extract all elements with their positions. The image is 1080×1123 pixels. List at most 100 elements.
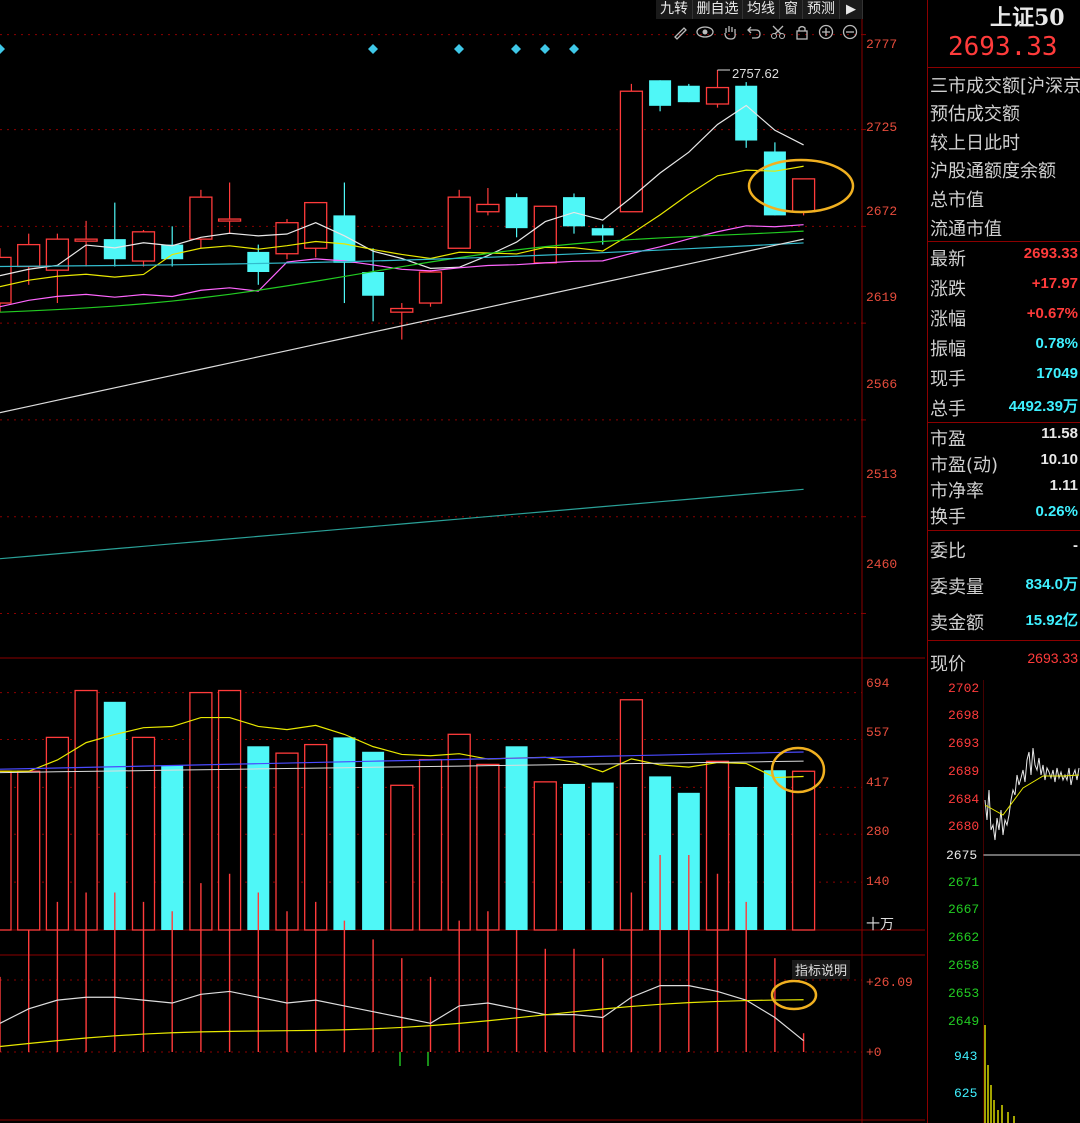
signal-diamond	[540, 44, 550, 54]
indicator-help-button[interactable]: 指标说明	[792, 960, 851, 979]
signal-diamond	[454, 44, 464, 54]
price-axis-tick: 2460	[866, 557, 898, 572]
mini-chart-tick-base: 2675	[946, 848, 978, 863]
remove-favorite-button[interactable]: 删自选	[693, 0, 743, 19]
candle-body	[333, 215, 356, 263]
candle-body	[476, 203, 500, 213]
collapse-arrow-button[interactable]: ▶	[840, 0, 863, 19]
current-price-large: 2693.33	[948, 32, 1058, 62]
volume-axis-tick: 694	[866, 676, 890, 691]
ma250-line	[0, 488, 804, 560]
candle-body	[705, 86, 730, 105]
candle-body	[619, 90, 644, 213]
price-axis-tick: 2725	[866, 120, 898, 135]
stat-current-hand: 现手 17049	[930, 365, 1078, 390]
eye-icon[interactable]	[696, 24, 714, 40]
mini-chart-tick: 2658	[948, 958, 980, 973]
volume-bar	[505, 746, 528, 930]
info-row[interactable]: 总市值	[930, 186, 1080, 212]
volume-bar	[418, 758, 443, 931]
mini-chart-tick: 2702	[948, 681, 980, 696]
volume-bar	[161, 765, 184, 930]
candle-body	[103, 239, 126, 260]
mini-chart-tick: 2667	[948, 902, 980, 917]
info-row[interactable]: 预估成交额	[930, 100, 1080, 126]
window-button[interactable]: 窗	[780, 0, 803, 19]
price-axis-tick: 2619	[866, 290, 898, 305]
stat-pb: 市净率 1.11	[930, 477, 1078, 502]
stat-amplitude: 振幅 0.78%	[930, 335, 1078, 360]
chart-area[interactable]	[0, 0, 925, 1123]
stat-latest: 最新 2693.33	[930, 245, 1078, 270]
volume-bar	[333, 737, 356, 930]
volume-bar	[45, 736, 70, 931]
candle-body	[677, 85, 700, 103]
mini-volume-tick: 625	[954, 1086, 978, 1101]
volume-axis-tick: 140	[866, 874, 890, 889]
candle-body	[791, 178, 816, 213]
candle-body	[505, 197, 528, 229]
candle-body	[0, 256, 12, 304]
candle-body	[74, 238, 98, 242]
candle-body	[735, 85, 758, 141]
mini-chart-tick: 2653	[948, 986, 980, 1001]
mini-chart-tick: 2689	[948, 764, 980, 779]
mini-chart-tick: 2698	[948, 708, 980, 723]
volume-bar	[533, 781, 557, 931]
volume-bar	[390, 784, 414, 931]
price-axis-tick: 2513	[866, 467, 898, 482]
stat-order-ratio: 委比 -	[930, 537, 1078, 562]
nine-turn-button[interactable]: 九转	[656, 0, 693, 19]
intraday-mini-chart	[983, 680, 1080, 1123]
pencil-icon[interactable]	[672, 24, 688, 40]
mini-chart-tick: 2684	[948, 792, 980, 807]
indicator-axis-tick: +0	[866, 1045, 882, 1060]
candle-body	[189, 196, 213, 240]
candle-body	[17, 243, 41, 268]
volume-axis-tick: 557	[866, 725, 890, 740]
candle-body	[418, 271, 443, 304]
candle-body	[275, 222, 299, 255]
stat-ask-amount: 卖金额 15.92亿	[930, 612, 1078, 634]
volume-axis-tick: 280	[866, 824, 890, 839]
info-row[interactable]: 沪股通额度余额	[930, 157, 1080, 183]
stat-pe-dynamic: 市盈(动) 10.10	[930, 451, 1078, 476]
volume-bar	[17, 770, 41, 931]
info-row[interactable]: 三市成交额[沪深京	[930, 72, 1080, 98]
price-axis-tick: 2566	[866, 377, 898, 392]
volume-bar	[476, 763, 500, 931]
lock-icon[interactable]	[794, 24, 810, 40]
info-row[interactable]: 较上日此时	[930, 129, 1080, 155]
highlight-circle	[770, 979, 818, 1011]
quote-panel: 上证50 2693.33 三市成交额[沪深京 预估成交额 较上日此时 沪股通额度…	[927, 0, 1080, 1123]
candle-body	[131, 231, 156, 262]
signal-diamond	[511, 44, 521, 54]
volume-bar	[0, 770, 12, 931]
zoom-in-icon[interactable]	[818, 24, 834, 40]
volume-bar	[763, 770, 786, 930]
scissors-icon[interactable]	[770, 24, 786, 40]
stat-pe: 市盈 11.58	[930, 425, 1078, 450]
candle-body	[217, 218, 242, 222]
moving-average-button[interactable]: 均线	[743, 0, 780, 19]
candle-body	[161, 244, 184, 260]
stat-ask-volume: 委卖量 834.0万	[930, 576, 1078, 598]
zoom-out-icon[interactable]	[842, 24, 858, 40]
stat-change-pct: 涨幅 +0.67%	[930, 305, 1078, 330]
volume-bar	[563, 783, 585, 930]
stat-turnover: 换手 0.26%	[930, 503, 1078, 528]
candle-body	[362, 272, 385, 296]
stat-change: 涨跌 +17.97	[930, 275, 1078, 300]
stat-total-hand: 总手 4492.39万	[930, 398, 1078, 420]
forecast-button[interactable]: 预测	[803, 0, 840, 19]
candle-body	[390, 307, 414, 313]
info-row[interactable]: 流通市值	[930, 215, 1080, 241]
indicator-axis-tick: +26.09	[866, 975, 913, 990]
candle-body	[649, 80, 672, 106]
undo-icon[interactable]	[746, 24, 762, 40]
hand-icon[interactable]	[722, 24, 738, 40]
volume-bar	[362, 751, 385, 930]
mini-chart-tick: 2693	[948, 736, 980, 751]
volume-axis-tick: 417	[866, 775, 890, 790]
volume-unit-label: 十万	[866, 917, 894, 933]
